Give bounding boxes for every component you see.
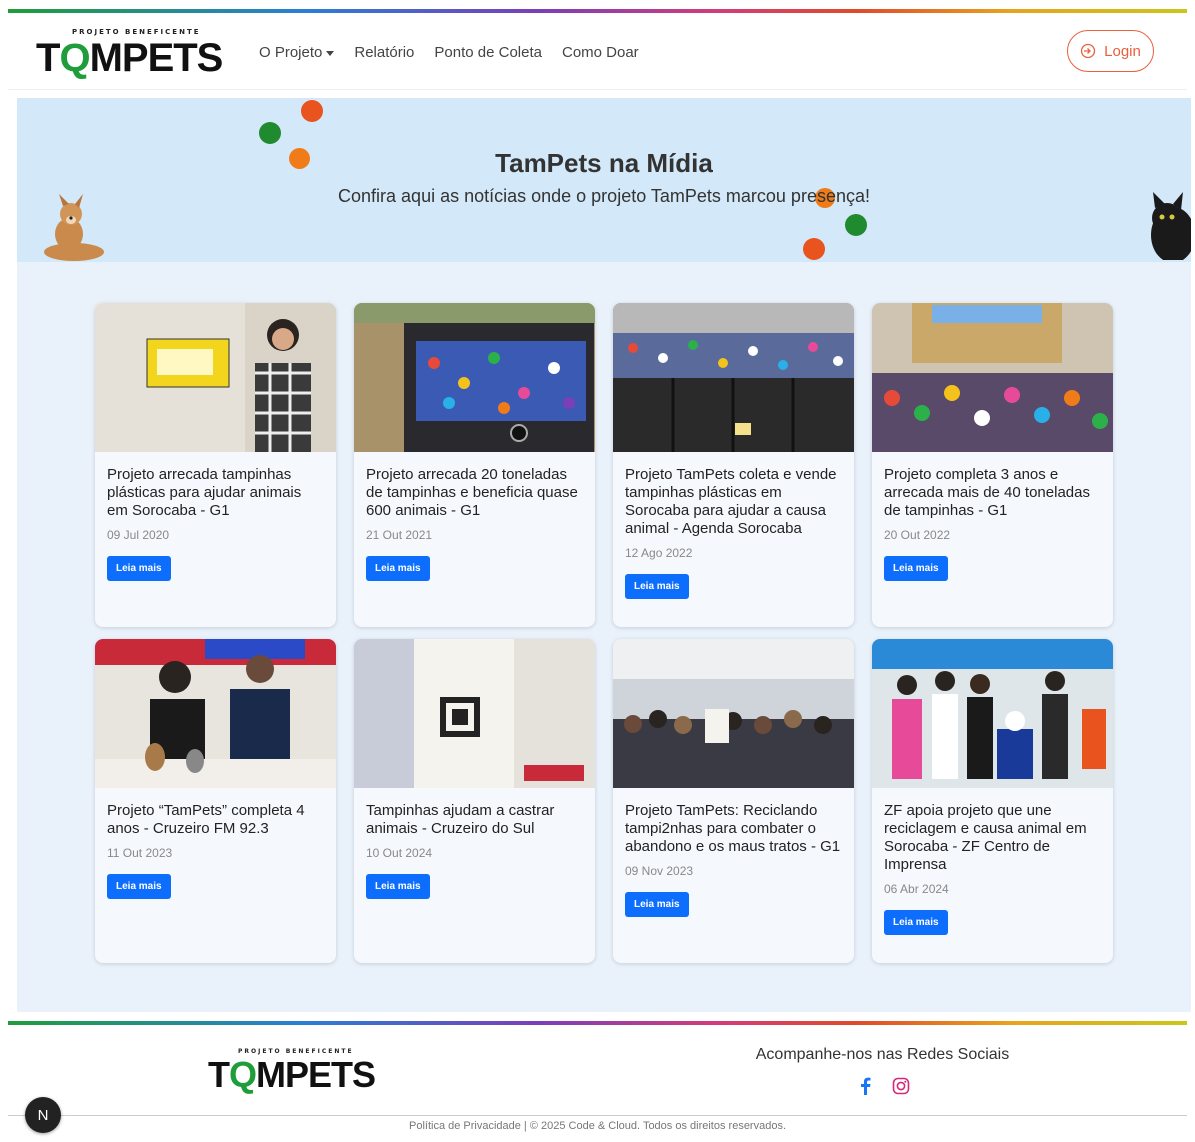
hero-banner: TamPets na Mídia Confira aqui as notícia…	[17, 98, 1191, 262]
news-card-date: 11 Out 2023	[107, 846, 173, 860]
login-button[interactable]: Login	[1067, 30, 1154, 72]
social-title: Acompanhe-nos nas Redes Sociais	[755, 1046, 1010, 1063]
read-more-button[interactable]: Leia mais	[366, 874, 430, 899]
caret-down-icon	[326, 50, 335, 56]
top-rainbow-bar	[8, 9, 1187, 13]
news-card-date: 09 Jul 2020	[107, 528, 170, 542]
main-nav: O Projeto Relatório Ponto de Coleta Como…	[259, 44, 639, 61]
nav-item-ponto-de-coleta[interactable]: Ponto de Coleta	[434, 44, 542, 61]
footer-logo-wordmark: TQMPETS	[208, 1054, 376, 1095]
site-header: PROJETO BENEFICENTE TQMPETS O Projeto Re…	[8, 14, 1187, 90]
nav-item-relatorio[interactable]: Relatório	[354, 44, 414, 61]
footer-divider	[8, 1115, 1187, 1116]
news-card-image	[872, 639, 1113, 788]
bottle-cap-decoration	[259, 122, 281, 144]
news-card-title: ZF apoia projeto que une reciclagem e ca…	[884, 802, 1087, 873]
read-more-button[interactable]: Leia mais	[625, 574, 689, 599]
read-more-button[interactable]: Leia mais	[366, 556, 430, 581]
bottle-cap-decoration	[301, 100, 323, 122]
news-card-image	[95, 303, 336, 452]
news-card-title: Projeto TamPets coleta e vende tampinhas…	[625, 466, 837, 537]
footer-logo[interactable]: PROJETO BENEFICENTE TQMPETS	[208, 1048, 378, 1098]
social-links	[856, 1077, 910, 1095]
news-card-date: 10 Out 2024	[366, 846, 433, 860]
news-card-date: 09 Nov 2023	[625, 864, 694, 878]
news-card-image	[354, 639, 595, 788]
logo-wordmark: TQMPETS	[36, 36, 223, 80]
read-more-button[interactable]: Leia mais	[107, 556, 171, 581]
read-more-button[interactable]: Leia mais	[884, 910, 948, 935]
news-card: Projeto arrecada tampinhas plásticas par…	[95, 303, 336, 627]
instagram-icon[interactable]	[892, 1077, 910, 1095]
bottle-cap-decoration	[845, 214, 867, 236]
logo-prefix: PROJETO BENEFICENTE	[72, 28, 201, 36]
news-grid: Projeto arrecada tampinhas plásticas par…	[95, 303, 1113, 963]
news-card-date: 06 Abr 2024	[884, 882, 949, 896]
news-card: Projeto completa 3 anos e arrecada mais …	[872, 303, 1113, 627]
news-card-title: Projeto completa 3 anos e arrecada mais …	[884, 466, 1090, 519]
news-card: Projeto TamPets coleta e vende tampinhas…	[613, 303, 854, 627]
news-card: ZF apoia projeto que une reciclagem e ca…	[872, 639, 1113, 963]
news-card-date: 21 Out 2021	[366, 528, 433, 542]
login-label: Login	[1104, 42, 1141, 60]
news-card-title: Projeto “TamPets” completa 4 anos - Cruz…	[107, 802, 305, 837]
news-card: Projeto “TamPets” completa 4 anos - Cruz…	[95, 639, 336, 963]
news-card-title: Projeto arrecada tampinhas plásticas par…	[107, 466, 302, 519]
news-card: Tampinhas ajudam a castrar animais - Cru…	[354, 639, 595, 963]
hero-title: TamPets na Mídia	[495, 148, 713, 178]
read-more-button[interactable]: Leia mais	[625, 892, 689, 917]
nav-item-o-projeto[interactable]: O Projeto	[259, 44, 335, 61]
news-card-title: Projeto TamPets: Reciclando tampi2nhas p…	[625, 802, 841, 855]
news-card-image	[613, 639, 854, 788]
news-card-date: 20 Out 2022	[884, 528, 951, 542]
bottle-cap-decoration	[803, 238, 825, 260]
news-card: Projeto arrecada 20 toneladas de tampinh…	[354, 303, 595, 627]
footer-rainbow-bar	[8, 1021, 1187, 1025]
nav-item-como-doar[interactable]: Como Doar	[562, 44, 639, 61]
news-card-image	[354, 303, 595, 452]
news-card-image	[95, 639, 336, 788]
read-more-button[interactable]: Leia mais	[884, 556, 948, 581]
login-icon	[1080, 43, 1096, 59]
facebook-icon[interactable]	[856, 1077, 874, 1095]
copyright-text: Política de Privacidade | © 2025 Code & …	[408, 1120, 787, 1132]
n-badge-button[interactable]: N	[25, 1097, 61, 1133]
news-card: Projeto TamPets: Reciclando tampi2nhas p…	[613, 639, 854, 963]
read-more-button[interactable]: Leia mais	[107, 874, 171, 899]
news-card-title: Tampinhas ajudam a castrar animais - Cru…	[366, 802, 555, 837]
news-section: Projeto arrecada tampinhas plásticas par…	[17, 262, 1191, 1012]
news-card-date: 12 Ago 2022	[625, 546, 693, 560]
news-card-image	[872, 303, 1113, 452]
hero-subtitle: Confira aqui as notícias onde o projeto …	[338, 186, 870, 206]
tampets-logo[interactable]: PROJETO BENEFICENTE TQMPETS	[36, 28, 236, 80]
news-card-image	[613, 303, 854, 452]
news-card-title: Projeto arrecada 20 toneladas de tampinh…	[366, 466, 578, 519]
